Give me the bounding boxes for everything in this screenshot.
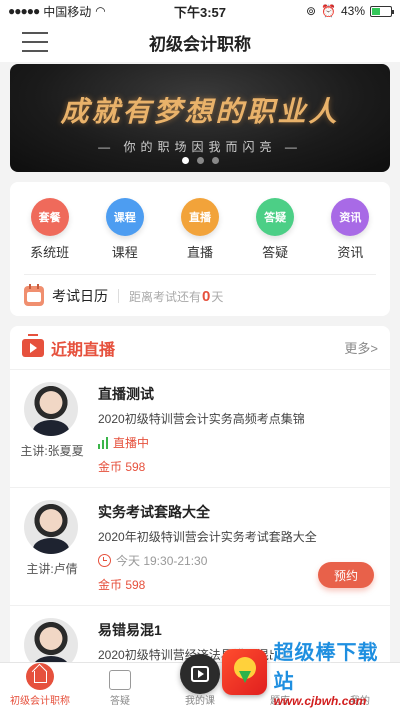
alarm-icon: ⏰ [321, 4, 336, 18]
status-bar: ●●●●● 中国移动 ◠ 下午3:57 ⊚ ⏰ 43% [0, 0, 400, 22]
qa-icon: 答疑 [256, 198, 295, 236]
course-title: 实务考试套路大全 [98, 504, 210, 520]
category-label: 答疑 [262, 245, 289, 260]
exam-calendar-row[interactable]: 考试日历 距离考试还有0天 [24, 284, 376, 306]
category-qa[interactable]: 答疑 答疑 [242, 198, 308, 261]
battery-icon [370, 5, 394, 17]
site-watermark: 超级棒下载站 www.cjbwh.com [222, 636, 398, 708]
category-card: 套餐 系统班 课程 课程 直播 直播 答疑 答疑 资讯 资讯 考试日历 距离考试… [10, 182, 390, 316]
live-course-item[interactable]: 主讲:卢倩 实务考试套路大全 2020年初级特训营会计实务考试套路大全 今天 1… [10, 488, 390, 606]
alarm-clock-icon [98, 554, 111, 567]
category-label: 系统班 [30, 245, 70, 260]
tv-icon [22, 338, 44, 357]
watermark-title: 超级棒下载站 [273, 642, 379, 693]
live-signal-icon [98, 436, 108, 449]
signal-icon: ●●●●● [8, 4, 40, 18]
countdown-days: 0 [202, 287, 211, 305]
countdown-prefix: 距离考试还有 [129, 289, 202, 304]
home-icon [26, 663, 54, 690]
tab-qa[interactable]: 答疑 [80, 663, 160, 710]
watermark-url: www.cjbwh.com [273, 694, 367, 708]
tab-label: 我的课 [185, 696, 215, 707]
carrier-label: 中国移动 [43, 4, 92, 19]
teacher-name: 主讲:卢倩 [26, 562, 78, 576]
status-text: 直播中 [113, 436, 150, 450]
course-title: 易错易混1 [98, 622, 162, 638]
countdown-suffix: 天 [211, 289, 224, 304]
category-label: 课程 [111, 245, 138, 260]
reserve-button[interactable]: 预约 [318, 562, 374, 588]
category-course[interactable]: 课程 课程 [92, 198, 158, 261]
calendar-icon [24, 284, 44, 306]
category-news[interactable]: 资讯 资讯 [317, 198, 383, 261]
course-title: 直播测试 [98, 386, 154, 402]
tab-label: 答疑 [110, 696, 130, 707]
course-price: 金币 598 [98, 578, 146, 592]
section-header: 近期直播 更多> [10, 326, 390, 370]
news-icon: 资讯 [331, 198, 370, 236]
course-price: 金币 598 [98, 460, 146, 474]
nav-bar: 初级会计职称 [0, 22, 400, 62]
live-course-item[interactable]: 主讲:张夏夏 直播测试 2020初级特训营会计实务高频考点集锦 直播中 金币 5… [10, 370, 390, 488]
category-label: 资讯 [337, 245, 364, 260]
category-system-class[interactable]: 套餐 系统班 [17, 198, 83, 261]
course-status: 直播中 [98, 434, 149, 451]
course-icon: 课程 [105, 198, 144, 236]
teacher-avatar [24, 500, 78, 554]
floating-play-button[interactable] [180, 654, 220, 694]
live-icon: 直播 [180, 198, 219, 236]
teacher-avatar [24, 618, 78, 666]
banner-subtitle: — 你的职场因我而闪亮 — [98, 140, 302, 154]
battery-percent: 43% [340, 4, 365, 18]
divider [24, 274, 376, 275]
pagination-dot[interactable] [181, 157, 189, 164]
banner-pagination [10, 157, 390, 164]
chat-icon [109, 670, 131, 690]
page-title: 初级会计职称 [149, 34, 251, 54]
watermark-logo-icon [222, 649, 268, 695]
course-description: 2020年初级特训营会计实务考试套路大全 [98, 530, 317, 544]
section-title: 近期直播 [51, 341, 116, 359]
category-live[interactable]: 直播 直播 [167, 198, 233, 261]
tab-home[interactable]: 初级会计职称 [0, 663, 80, 710]
teacher-avatar [24, 382, 78, 436]
lock-rotation-icon: ⊚ [305, 4, 317, 18]
more-link[interactable]: 更多> [344, 338, 378, 357]
exam-countdown: 距离考试还有0天 [129, 288, 223, 305]
divider [118, 289, 119, 303]
course-status: 今天 19:30-21:30 [98, 552, 207, 569]
play-icon [191, 666, 209, 682]
teacher-name: 主讲:张夏夏 [20, 444, 84, 458]
banner-title: 成就有梦想的职业人 [60, 95, 340, 128]
promo-banner[interactable]: 成就有梦想的职业人 — 你的职场因我而闪亮 — [10, 64, 390, 172]
pagination-dot[interactable] [196, 157, 204, 164]
status-text: 今天 19:30-21:30 [116, 554, 208, 568]
course-description: 2020初级特训营会计实务高频考点集锦 [98, 412, 305, 426]
tab-label: 初级会计职称 [10, 696, 70, 707]
exam-calendar-title: 考试日历 [52, 288, 108, 304]
package-icon: 套餐 [30, 198, 69, 236]
recent-live-section: 近期直播 更多> 主讲:张夏夏 直播测试 2020初级特训营会计实务高频考点集锦… [10, 326, 390, 666]
menu-icon[interactable] [22, 32, 48, 52]
pagination-dot[interactable] [211, 157, 219, 164]
category-label: 直播 [186, 245, 213, 260]
wifi-icon: ◠ [95, 4, 106, 18]
